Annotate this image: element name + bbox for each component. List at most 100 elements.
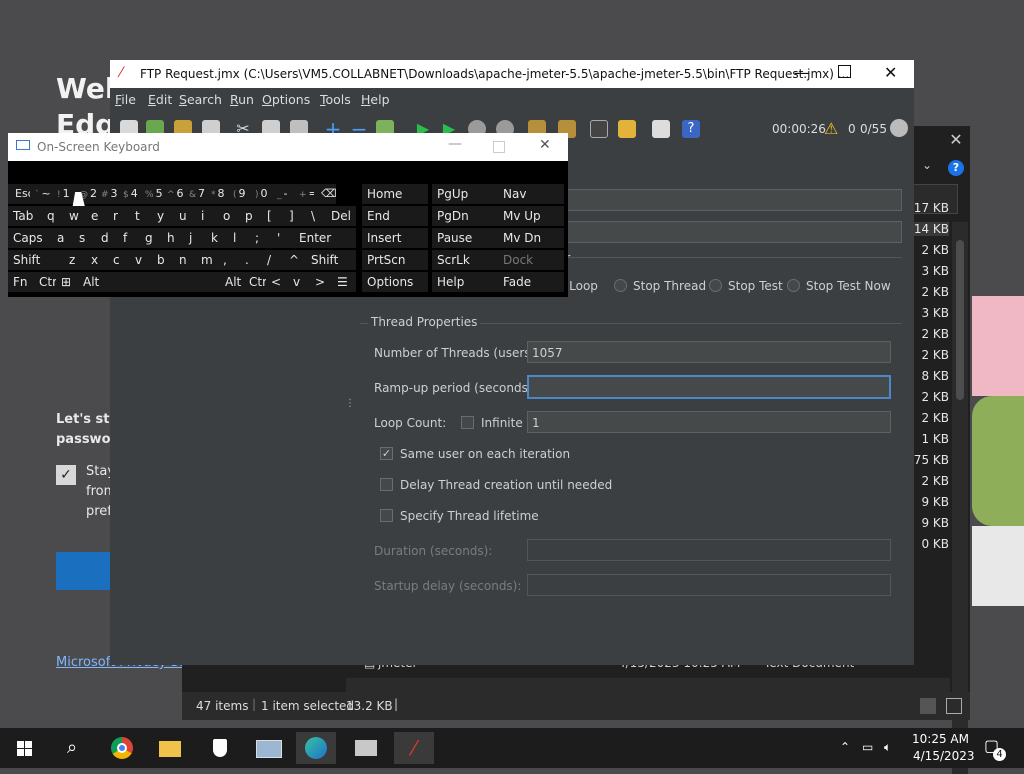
osk-key[interactable]: p (240, 206, 262, 226)
reset-search-icon[interactable] (618, 120, 636, 138)
osk-maximize-icon[interactable] (493, 141, 505, 153)
tray-chevron-icon[interactable]: ⌃ (840, 740, 850, 754)
menu-tools[interactable]: Tools (320, 92, 351, 107)
osk-key[interactable]: ^ 6 (162, 184, 184, 204)
osk-key[interactable]: > (310, 272, 332, 292)
delay-thread-checkbox[interactable] (380, 478, 393, 491)
security-shield-icon[interactable] (200, 732, 240, 764)
osk-key[interactable]: Tab (8, 206, 42, 226)
osk-key[interactable]: Home (362, 184, 428, 204)
osk-key[interactable]: ^ (284, 250, 306, 270)
same-user-checkbox[interactable]: ✓ (380, 447, 393, 460)
osk-key[interactable]: v (288, 272, 310, 292)
start-button[interactable] (4, 732, 44, 764)
osk-key[interactable]: Help (432, 272, 498, 292)
osk-key[interactable]: Mv Dn (498, 228, 564, 248)
osk-key[interactable]: u (174, 206, 196, 226)
stop-test-now-radio[interactable] (787, 279, 800, 292)
network-icon[interactable]: ▭ (862, 740, 873, 754)
stop-thread-radio[interactable] (614, 279, 627, 292)
menu-edit[interactable]: Edit (148, 92, 172, 107)
explorer-help-icon[interactable]: ? (948, 160, 964, 176)
app-icon[interactable] (346, 732, 386, 764)
osk-key[interactable]: f (118, 228, 140, 248)
osk-key[interactable]: r (108, 206, 130, 226)
menu-search[interactable]: Search (179, 92, 222, 107)
osk-key[interactable]: & 7 (184, 184, 206, 204)
osk-key[interactable]: v (130, 250, 152, 270)
maximize-icon[interactable] (838, 65, 851, 78)
edge-icon[interactable] (296, 732, 336, 764)
function-helper-icon[interactable] (652, 120, 670, 138)
clock-date[interactable]: 4/15/2023 (913, 749, 975, 763)
jmeter-titlebar[interactable]: ⁄ FTP Request.jmx (C:\Users\VM5.COLLABNE… (110, 60, 914, 88)
osk-key[interactable]: e (86, 206, 108, 226)
osk-minimize-icon[interactable]: — (448, 136, 462, 152)
osk-key[interactable]: ] (284, 206, 306, 226)
warning-icon[interactable]: ⚠ (824, 119, 838, 138)
file-explorer-icon[interactable] (150, 732, 190, 764)
osk-key[interactable]: q (42, 206, 64, 226)
osk-key[interactable]: _ - (272, 184, 294, 204)
osk-key[interactable]: * 8 (206, 184, 228, 204)
osk-key[interactable]: s (74, 228, 96, 248)
osk-key[interactable]: PrtScn (362, 250, 428, 270)
close-icon[interactable]: ✕ (884, 63, 897, 82)
infinite-checkbox[interactable] (461, 416, 474, 429)
osk-key[interactable]: z (64, 250, 86, 270)
osk-key[interactable]: a (52, 228, 74, 248)
osk-key[interactable]: g (140, 228, 162, 248)
volume-icon[interactable]: 🔈︎ (884, 740, 891, 755)
osk-key[interactable]: x (86, 250, 108, 270)
osk-key[interactable]: #3 (96, 184, 118, 204)
details-view-icon[interactable] (920, 698, 936, 714)
remote-desktop-icon[interactable] (248, 732, 288, 764)
osk-key[interactable]: , (218, 250, 240, 270)
menu-file[interactable]: File (115, 92, 136, 107)
osk-key[interactable]: c (108, 250, 130, 270)
osk-key[interactable]: Caps (8, 228, 52, 248)
osk-key[interactable]: ScrLk (432, 250, 498, 270)
osk-key[interactable]: n (174, 250, 196, 270)
explorer-close-icon[interactable]: ✕ (942, 126, 970, 154)
osk-key[interactable]: ' (272, 228, 294, 248)
osk-close-icon[interactable]: ✕ (539, 137, 551, 153)
osk-key[interactable]: PgDn (432, 206, 498, 226)
osk-key[interactable]: < (266, 272, 288, 292)
osk-key[interactable]: PgUp (432, 184, 498, 204)
osk-key[interactable]: b (152, 250, 174, 270)
osk-key[interactable]: Mv Up (498, 206, 564, 226)
osk-key[interactable]: (9 (228, 184, 250, 204)
osk-key[interactable]: ⊞ (56, 272, 78, 292)
osk-key[interactable]: l (228, 228, 250, 248)
edge-continue-button[interactable] (56, 552, 112, 590)
osk-key[interactable]: ! 1 (52, 184, 74, 204)
osk-key[interactable]: k (206, 228, 228, 248)
osk-key[interactable]: d (96, 228, 118, 248)
jmeter-taskbar-icon[interactable]: ⁄ (394, 732, 434, 764)
osk-key[interactable]: h (162, 228, 184, 248)
stop-test-radio[interactable] (709, 279, 722, 292)
explorer-scroll-thumb[interactable] (956, 240, 964, 400)
osk-key[interactable]: += (294, 184, 318, 204)
osk-key[interactable]: ☰ (332, 272, 356, 292)
edge-stay-checkbox[interactable]: ✓ (56, 465, 76, 485)
loop-count-input[interactable]: 1 (527, 411, 891, 433)
osk-key[interactable]: Ctrl (244, 272, 270, 292)
osk-key[interactable]: y (152, 206, 174, 226)
help-icon[interactable]: ? (682, 120, 700, 138)
osk-key[interactable]: Enter (294, 228, 356, 248)
osk-key[interactable]: Shift (306, 250, 356, 270)
osk-key[interactable]: \ (306, 206, 326, 226)
status-globe-icon[interactable] (890, 119, 908, 137)
osk-key[interactable]: Dock (498, 250, 564, 270)
chrome-icon[interactable] (102, 732, 142, 764)
osk-key[interactable]: Options (362, 272, 428, 292)
osk-key[interactable]: Fade (498, 272, 564, 292)
osk-key[interactable]: Alt (220, 272, 244, 292)
osk-key[interactable]: t (130, 206, 152, 226)
osk-key[interactable]: Nav (498, 184, 564, 204)
startup-delay-input[interactable] (527, 574, 891, 596)
menu-help[interactable]: Help (361, 92, 390, 107)
osk-key[interactable]: w (64, 206, 86, 226)
